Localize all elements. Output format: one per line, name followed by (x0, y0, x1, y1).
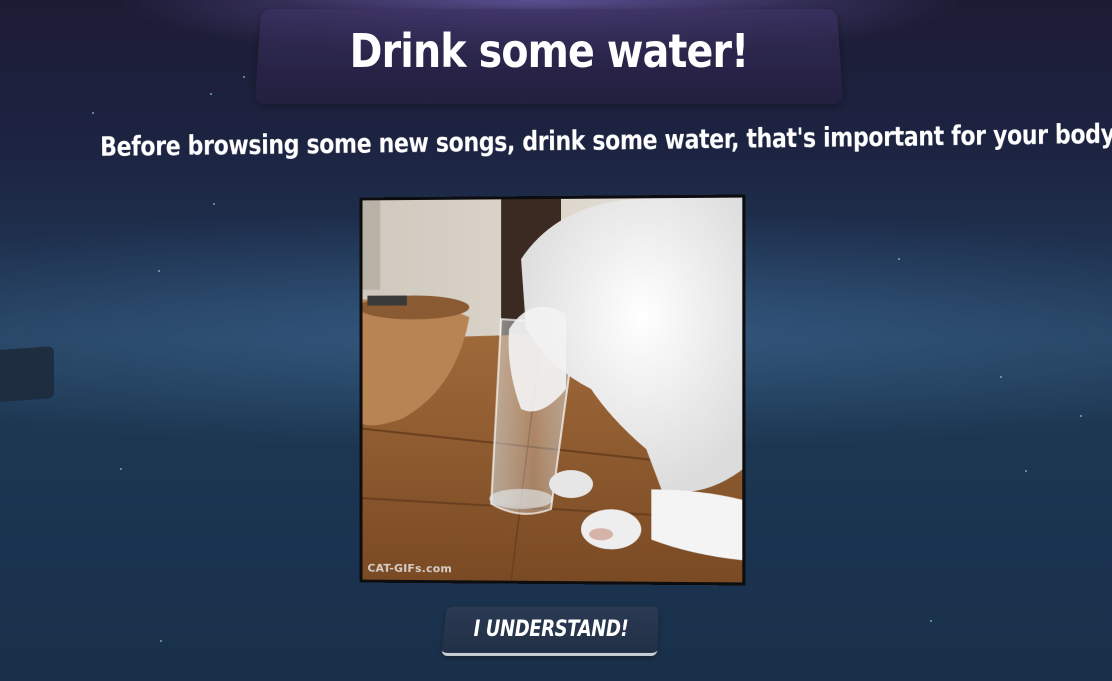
dialog-title: Drink some water! (349, 24, 749, 78)
background-star (1000, 376, 1002, 378)
background-star (1025, 470, 1027, 472)
i-understand-button[interactable] (441, 606, 659, 656)
watermark-text: CAT-GIFs.com (367, 561, 452, 576)
side-panel-edge (0, 346, 54, 402)
background-star (210, 93, 212, 95)
background-star (243, 76, 245, 78)
background-star (1080, 415, 1082, 417)
background-star (160, 640, 162, 642)
background-star (898, 258, 900, 260)
background-star (930, 620, 932, 622)
background-star (213, 203, 215, 205)
dialog-message: Before browsing some new songs, drink so… (99, 118, 1112, 163)
background-star (120, 468, 122, 470)
cat-drinking-water-image: CAT-GIFs.com (359, 194, 746, 586)
background-star (158, 270, 160, 272)
background-star (92, 112, 94, 114)
cat-drinking-water-icon (362, 197, 743, 583)
